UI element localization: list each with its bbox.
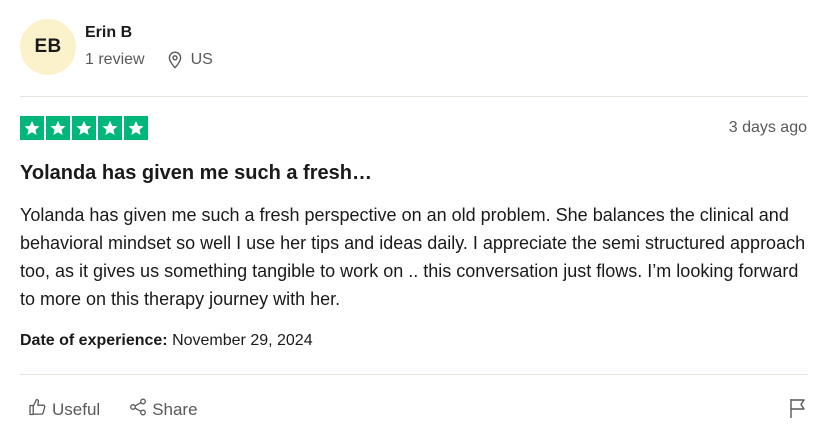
star-rating: [20, 116, 150, 140]
divider: [20, 374, 808, 375]
review-actions: Useful Share: [28, 397, 198, 422]
review-count: 1 review: [85, 51, 145, 68]
date-of-experience: Date of experience: November 29, 2024: [20, 332, 313, 350]
reviewer-header: EB Erin B 1 review US: [20, 19, 213, 75]
experience-date: November 29, 2024: [172, 332, 313, 349]
useful-button[interactable]: Useful: [28, 397, 100, 422]
review-body: Yolanda has given me such a fresh perspe…: [20, 205, 806, 309]
divider: [20, 96, 808, 97]
location-pin-icon: [167, 51, 183, 69]
reviewer-info: Erin B 1 review US: [85, 19, 213, 69]
share-button[interactable]: Share: [128, 397, 198, 422]
share-label: Share: [152, 399, 198, 419]
report-button[interactable]: [788, 397, 808, 424]
flag-icon: [788, 399, 808, 423]
reviewer-country: US: [190, 51, 213, 68]
experience-label: Date of experience:: [20, 332, 168, 349]
review-date-posted: 3 days ago: [728, 119, 807, 136]
share-icon: [128, 397, 152, 422]
thumbs-up-icon: [28, 397, 52, 422]
star-icon: [20, 116, 44, 140]
reviewer-name[interactable]: Erin B: [85, 24, 213, 42]
star-icon: [72, 116, 96, 140]
avatar[interactable]: EB: [20, 19, 76, 75]
useful-label: Useful: [52, 399, 101, 419]
reviewer-meta: 1 review US: [85, 51, 213, 69]
star-icon: [98, 116, 122, 140]
star-icon: [124, 116, 148, 140]
star-icon: [46, 116, 70, 140]
review-title[interactable]: Yolanda has given me such a fresh…: [20, 162, 372, 185]
